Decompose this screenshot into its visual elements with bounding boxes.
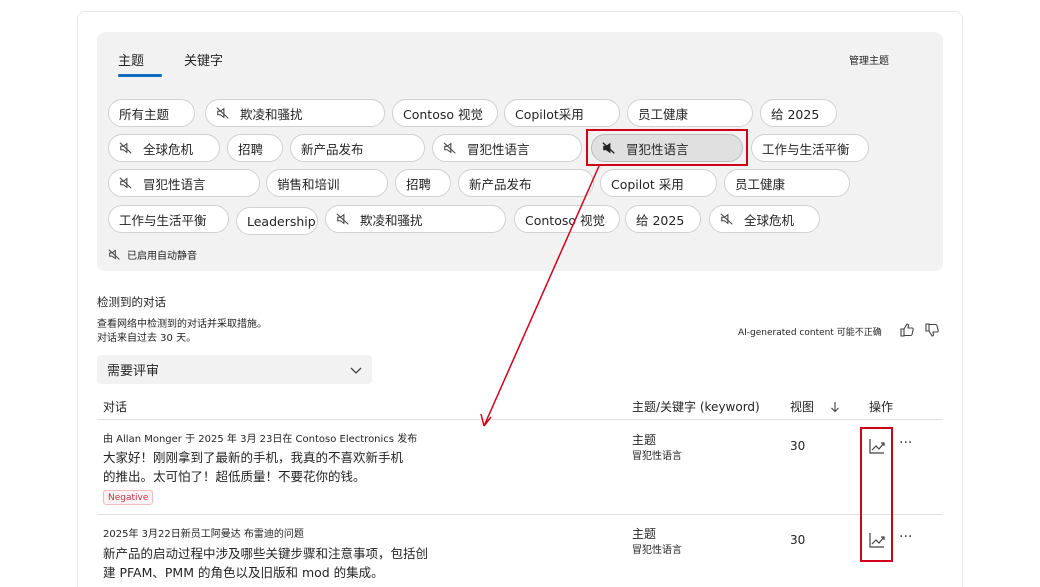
- chip-label: 欺凌和骚扰: [360, 212, 423, 228]
- chip-new-product[interactable]: 新产品发布: [290, 134, 425, 162]
- row-text-line: 建 PFAM、PMM 的角色以及旧版和 mod 的集成。: [103, 565, 384, 580]
- chip-label: Contoso 视觉: [525, 212, 605, 228]
- views-count: 30: [790, 439, 806, 453]
- chip-employee-health[interactable]: 员工健康: [627, 99, 753, 127]
- chip-label: Leadership: [247, 213, 316, 229]
- chip-label: 工作与生活平衡: [119, 212, 207, 228]
- section-subtitle-range: 对话来自过去 30 天。: [97, 333, 197, 344]
- sort-down-icon[interactable]: [829, 401, 841, 413]
- row-meta: 2025年 3月22日新员工阿曼达 布雷迪的问题: [103, 529, 304, 540]
- auto-mute-label: 已启用自动静音: [127, 251, 197, 262]
- mute-icon: [336, 213, 349, 225]
- chip-global-crisis[interactable]: 全球危机: [108, 134, 220, 162]
- col-header-actions: 操作: [869, 400, 894, 414]
- chip-label: 销售和培训: [277, 176, 340, 192]
- row-text[interactable]: 大家好！刚刚拿到了最新的手机，我真的不喜欢新手机 的推出。太可怕了！超低质量！不…: [103, 448, 463, 486]
- active-tab-indicator: [118, 74, 162, 77]
- mute-icon: [720, 213, 733, 225]
- chip-all-topics[interactable]: 所有主题: [108, 99, 195, 127]
- chip-label: 招聘: [238, 141, 264, 157]
- chip-label: 欺凌和骚扰: [240, 106, 303, 122]
- annotation-highlight-actions: [860, 427, 893, 562]
- more-icon[interactable]: ···: [899, 435, 912, 451]
- dropdown-value: 需要评审: [107, 364, 160, 379]
- chip-offensive-language-2[interactable]: 冒犯性语言: [108, 169, 260, 197]
- ai-disclaimer: AI-generated content 可能不正确: [738, 328, 882, 338]
- chip-leadership[interactable]: Leadership: [236, 207, 318, 235]
- row-text[interactable]: 新产品的启动过程中涉及哪些关键步骤和注意事项，包括创 建 PFAM、PMM 的角…: [103, 544, 483, 582]
- more-icon[interactable]: ···: [899, 529, 912, 545]
- chip-label: 冒犯性语言: [143, 176, 206, 192]
- thumbs-down-icon[interactable]: [924, 322, 940, 338]
- chip-work-life-balance[interactable]: 工作与生活平衡: [751, 134, 869, 162]
- views-count: 30: [790, 533, 806, 547]
- chip-label: Copilot 采用: [611, 176, 684, 192]
- col-header-views[interactable]: 视图: [790, 398, 814, 415]
- chip-label: 全球危机: [744, 212, 795, 228]
- tab-topics[interactable]: 主题: [118, 50, 144, 69]
- chip-sales-training[interactable]: 销售和培训: [266, 169, 388, 197]
- mute-icon: [443, 142, 456, 154]
- chip-contoso-vision-2[interactable]: Contoso 视觉: [514, 205, 620, 233]
- chip-label: 新产品发布: [469, 176, 532, 192]
- section-subtitle: 查看网络中检测到的对话并采取措施。: [97, 319, 267, 330]
- chip-employee-health-2[interactable]: 员工健康: [724, 169, 850, 197]
- mute-icon: [119, 177, 132, 189]
- auto-mute-status: 已启用自动静音: [108, 247, 197, 262]
- divider: [97, 419, 943, 420]
- chip-recruiting-2[interactable]: 招聘: [395, 169, 451, 197]
- chip-copilot-2[interactable]: Copilot 采用: [600, 169, 717, 197]
- row-meta: 由 Allan Monger 于 2025 年 3月 23日在 Contoso …: [103, 434, 418, 445]
- chip-label: 招聘: [406, 176, 432, 192]
- chip-offensive-language[interactable]: 冒犯性语言: [432, 134, 582, 162]
- chip-label: 所有主题: [119, 106, 170, 122]
- chip-copilot[interactable]: Copilot采用: [504, 99, 620, 127]
- manage-topics-link[interactable]: 管理主题: [849, 52, 889, 67]
- chip-contoso-vision[interactable]: Contoso 视觉: [392, 99, 498, 127]
- chip-label: 员工健康: [735, 176, 786, 192]
- topic-label: 主题: [632, 527, 657, 541]
- row-text-line: 大家好！刚刚拿到了最新的手机，我真的不喜欢新手机: [103, 450, 404, 465]
- chip-recruiting[interactable]: 招聘: [227, 134, 283, 162]
- chip-label: 全球危机: [143, 141, 194, 157]
- chip-label: 给 2025: [771, 106, 820, 122]
- topic-value: 冒犯性语言: [632, 545, 682, 556]
- mute-icon: [108, 249, 120, 260]
- chip-label: 工作与生活平衡: [762, 141, 850, 157]
- chip-new-product-2[interactable]: 新产品发布: [458, 169, 594, 197]
- mute-icon: [216, 107, 229, 119]
- chip-work-life-balance-2[interactable]: 工作与生活平衡: [108, 205, 229, 233]
- section-title: 检测到的对话: [97, 295, 166, 309]
- chip-label: 员工健康: [638, 106, 689, 122]
- row-text-line: 的推出。太可怕了！超低质量！不要花你的钱。: [103, 469, 366, 484]
- sentiment-badge: Negative: [103, 490, 154, 505]
- chip-bullying-2[interactable]: 欺凌和骚扰: [325, 205, 506, 233]
- chip-bullying[interactable]: 欺凌和骚扰: [205, 99, 385, 127]
- tab-keywords[interactable]: 关键字: [184, 50, 223, 69]
- divider: [97, 514, 943, 515]
- chip-label: Contoso 视觉: [403, 106, 483, 122]
- topic-label: 主题: [632, 433, 657, 447]
- chip-global-crisis-2[interactable]: 全球危机: [709, 205, 820, 233]
- chip-label: 给 2025: [636, 212, 685, 228]
- col-header-topic: 主题/关键字 (keyword): [632, 400, 760, 414]
- topic-value: 冒犯性语言: [632, 451, 682, 462]
- chip-label: Copilot采用: [515, 106, 584, 122]
- annotation-highlight-chip: [586, 129, 748, 166]
- thumbs-up-icon[interactable]: [899, 322, 915, 338]
- chip-2025[interactable]: 给 2025: [760, 99, 837, 127]
- chip-2025-2[interactable]: 给 2025: [625, 205, 701, 233]
- review-filter-dropdown[interactable]: 需要评审: [97, 355, 372, 384]
- chip-label: 新产品发布: [301, 141, 364, 157]
- row-text-line: 新产品的启动过程中涉及哪些关键步骤和注意事项，包括创: [103, 546, 429, 561]
- chip-label: 冒犯性语言: [467, 141, 530, 157]
- mute-icon: [119, 142, 132, 154]
- col-header-conversation: 对话: [103, 400, 128, 414]
- chevron-down-icon: [350, 367, 362, 374]
